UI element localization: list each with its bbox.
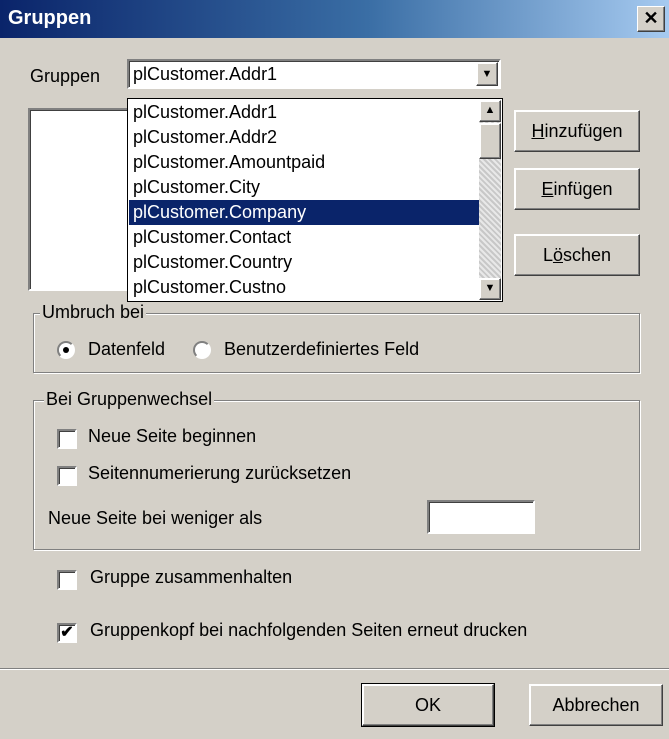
close-button[interactable]: ✕ bbox=[637, 6, 665, 32]
scroll-down-button[interactable]: ▼ bbox=[479, 278, 501, 300]
new-page-if-less-label: Neue Seite bei weniger als bbox=[48, 508, 263, 528]
list-item[interactable]: plCustomer.Custno bbox=[129, 275, 479, 300]
list-item[interactable]: plCustomer.Contact bbox=[129, 225, 479, 250]
new-page-checkbox[interactable] bbox=[57, 429, 77, 449]
list-item[interactable]: plCustomer.City bbox=[129, 175, 479, 200]
list-item[interactable]: plCustomer.Addr1 bbox=[129, 100, 479, 125]
list-item-selected[interactable]: plCustomer.Company bbox=[129, 200, 479, 225]
arrow-up-icon: ▲ bbox=[484, 104, 496, 116]
delete-button[interactable]: Löschen bbox=[514, 234, 640, 276]
separator bbox=[0, 668, 669, 670]
new-page-if-less-input[interactable] bbox=[427, 500, 535, 534]
close-icon: ✕ bbox=[643, 8, 659, 28]
ok-button[interactable]: OK bbox=[361, 683, 495, 727]
checkmark-icon: ✔ bbox=[60, 624, 74, 641]
keep-together-checkbox[interactable] bbox=[57, 570, 77, 590]
custom-field-radio[interactable] bbox=[193, 341, 211, 359]
groups-combobox-value: plCustomer.Addr1 bbox=[133, 64, 278, 84]
insert-button[interactable]: Einfügen bbox=[514, 168, 640, 210]
list-item[interactable]: plCustomer.Country bbox=[129, 250, 479, 275]
break-on-legend: Umbruch bei bbox=[40, 302, 147, 323]
new-page-label[interactable]: Neue Seite beginnen bbox=[88, 426, 256, 447]
reprint-header-label[interactable]: Gruppenkopf bei nachfolgenden Seiten ern… bbox=[90, 620, 527, 641]
dropdown-scrollbar[interactable]: ▲ ▼ bbox=[479, 100, 501, 300]
group-change-legend: Bei Gruppenwechsel bbox=[44, 389, 215, 410]
reset-numbering-label[interactable]: Seitennumerierung zurücksetzen bbox=[88, 463, 351, 484]
reprint-header-checkbox[interactable]: ✔ bbox=[57, 623, 77, 643]
scroll-up-button[interactable]: ▲ bbox=[479, 100, 501, 122]
combobox-dropdown-button[interactable]: ▼ bbox=[476, 62, 498, 86]
window-title: Gruppen bbox=[8, 7, 92, 29]
arrow-down-icon: ▼ bbox=[484, 282, 496, 294]
title-bar bbox=[0, 0, 669, 38]
datafield-label[interactable]: Datenfeld bbox=[88, 339, 165, 360]
datafield-radio[interactable] bbox=[57, 341, 75, 359]
radio-dot bbox=[63, 347, 69, 353]
add-button[interactable]: Hinzufügen bbox=[514, 110, 640, 152]
keep-together-label[interactable]: Gruppe zusammenhalten bbox=[90, 567, 292, 588]
custom-field-label[interactable]: Benutzerdefiniertes Feld bbox=[224, 339, 419, 360]
groups-label: Gruppen bbox=[30, 66, 101, 86]
cancel-button[interactable]: Abbrechen bbox=[529, 684, 663, 726]
list-item[interactable]: plCustomer.Addr2 bbox=[129, 125, 479, 150]
chevron-down-icon: ▼ bbox=[481, 68, 493, 80]
dropdown-items: plCustomer.Addr1 plCustomer.Addr2 plCust… bbox=[129, 100, 479, 300]
groups-combobox[interactable]: plCustomer.Addr1 ▼ bbox=[127, 59, 501, 89]
scrollbar-thumb[interactable] bbox=[479, 123, 501, 159]
list-item[interactable]: plCustomer.Amountpaid bbox=[129, 150, 479, 175]
reset-numbering-checkbox[interactable] bbox=[57, 466, 77, 486]
groups-dropdown-list[interactable]: plCustomer.Addr1 plCustomer.Addr2 plCust… bbox=[127, 98, 503, 302]
